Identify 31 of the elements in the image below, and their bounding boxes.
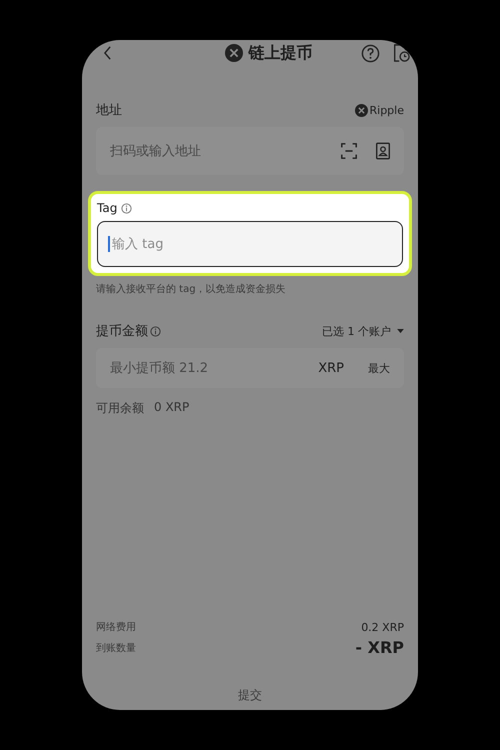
amount-label: 提币金额 — [96, 323, 148, 340]
contact-book-icon[interactable] — [374, 142, 392, 160]
amount-field[interactable]: 最小提币额 21.2 XRP 最大 — [96, 348, 404, 388]
amount-input-field[interactable]: 最小提币额 21.2 — [108, 360, 302, 376]
address-field[interactable]: 扫码或输入地址 — [96, 127, 404, 175]
tag-field[interactable]: 输入 tag — [97, 221, 403, 267]
coin-logo-icon — [354, 104, 368, 116]
available-label: 可用余额 — [96, 400, 144, 417]
available-value: 0 XRP — [154, 400, 190, 416]
submit-button[interactable]: 提交 — [238, 687, 262, 710]
summary-label: 网络费用 — [96, 620, 136, 634]
page-title: 链上提币 — [248, 42, 312, 64]
tag-input-field[interactable]: 输入 tag — [110, 236, 392, 252]
address-input-field[interactable]: 扫码或输入地址 — [108, 142, 324, 160]
tag-hint: 请输入接收平台的 tag，以免造成资金损失 — [96, 282, 287, 296]
summary-value: - XRP — [355, 638, 404, 657]
info-icon[interactable] — [121, 202, 132, 214]
currency-unit: XRP — [318, 360, 344, 376]
summary-label: 到账数量 — [96, 642, 136, 654]
tag-label: Tag — [97, 201, 118, 215]
summary-value: 0.2 XRP — [361, 620, 404, 634]
address-label: 地址 — [96, 102, 122, 119]
info-icon[interactable] — [150, 326, 161, 336]
history-icon[interactable] — [392, 43, 410, 63]
help-icon[interactable] — [361, 44, 380, 62]
back-icon[interactable] — [103, 46, 112, 60]
network-name: Ripple — [370, 104, 404, 116]
scan-icon[interactable] — [340, 142, 358, 160]
coin-logo-icon — [224, 44, 242, 62]
dropdown-caret-icon[interactable] — [397, 328, 404, 334]
account-selector[interactable]: 已选 1 个账户 — [322, 324, 391, 338]
